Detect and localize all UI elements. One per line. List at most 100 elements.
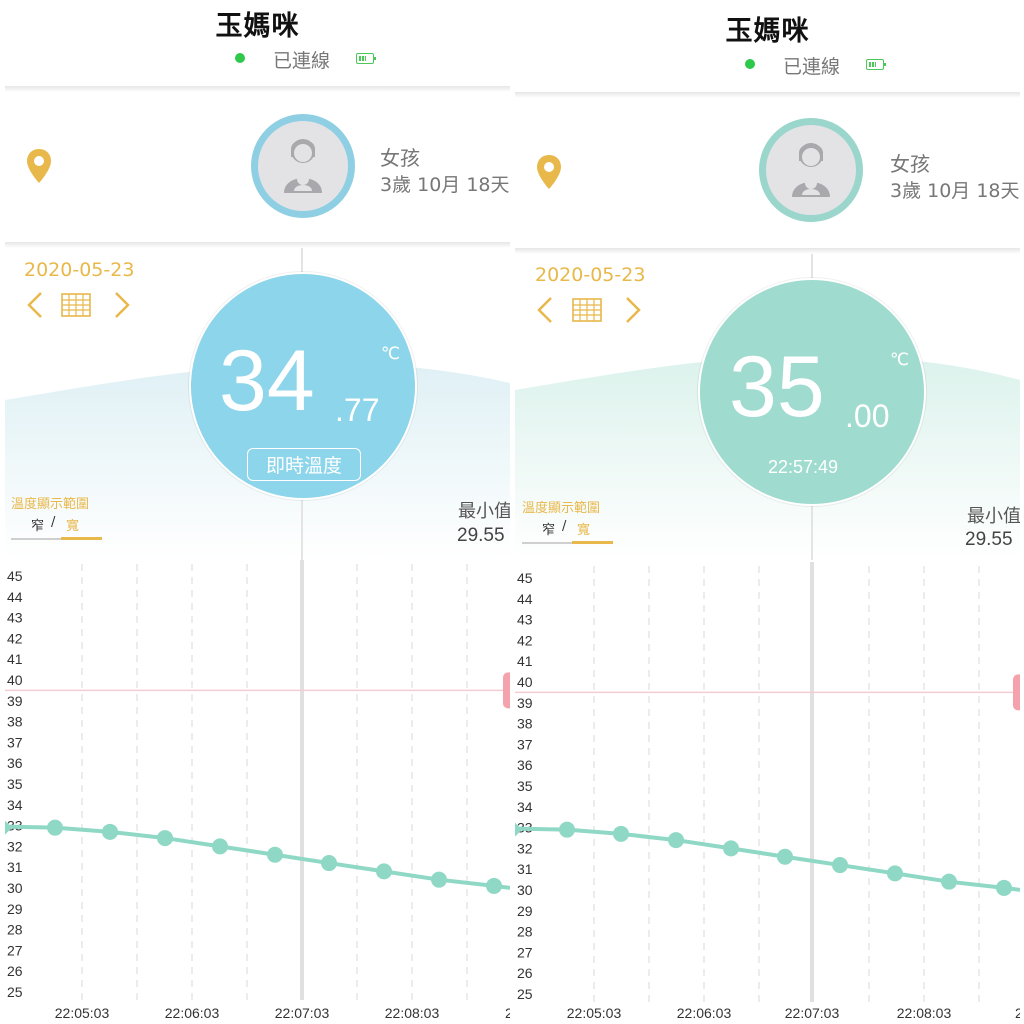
data-point [102, 823, 118, 840]
left-screenshot-panel: 玉媽咪 已連線 女孩 3歲 10月 18天 2020-05-23 34 .77 … [5, 0, 510, 1024]
app-title: 玉媽咪 [725, 16, 810, 47]
battery-icon [866, 59, 886, 70]
connection-status-text: 已連線 [783, 56, 841, 78]
temperature-decimal: .00 [845, 398, 890, 434]
chevron-left-icon[interactable] [23, 290, 49, 320]
range-title: 溫度顯示範圍 [522, 501, 601, 516]
mother-baby-avatar-icon [792, 143, 830, 197]
y-tick-label: 32 [517, 840, 533, 856]
range-wide-option[interactable]: 寬 [66, 515, 79, 534]
alarm-threshold-handle[interactable] [503, 672, 510, 709]
range-narrow-option[interactable]: 窄 [31, 515, 44, 534]
battery-icon [356, 53, 376, 64]
x-tick-label: 22:07:03 [275, 1005, 330, 1021]
live-temperature-badge[interactable]: 即時溫度 [247, 448, 361, 481]
data-point [431, 871, 447, 888]
chevron-left-icon[interactable] [533, 295, 559, 325]
x-tick-label: 22:08:03 [385, 1005, 440, 1021]
y-tick-label: 36 [7, 755, 23, 771]
calendar-icon[interactable] [61, 293, 91, 317]
temperature-chart[interactable]: 4544434241403938373635343332313029282726… [5, 560, 510, 1024]
x-tick-label: 22:05:03 [567, 1005, 622, 1021]
connection-status-dot-icon [745, 59, 755, 69]
location-pin-icon[interactable] [25, 147, 53, 185]
child-age: 3歲 10月 18天 [890, 180, 1020, 202]
data-point [668, 832, 684, 849]
header: 玉媽咪 已連線 [515, 0, 1020, 92]
x-tick-label: 22: [1015, 1005, 1020, 1021]
y-tick-label: 38 [7, 714, 23, 730]
min-value-label: 最小值 [967, 506, 1020, 527]
temperature-integer: 35 [729, 339, 825, 435]
data-point [486, 877, 502, 894]
y-tick-label: 37 [7, 734, 23, 750]
y-tick-label: 43 [7, 610, 23, 626]
range-indicator-active [61, 537, 102, 540]
location-pin-icon[interactable] [535, 153, 563, 191]
y-tick-label: 30 [7, 880, 23, 896]
range-indicator-track [11, 538, 61, 540]
child-avatar[interactable] [759, 118, 863, 222]
y-tick-label: 38 [517, 716, 533, 732]
x-tick-label: 22:05:03 [55, 1005, 110, 1021]
range-indicator-active [572, 541, 613, 544]
data-point [212, 838, 228, 855]
reading-time: 22:57:49 [768, 457, 839, 477]
y-tick-label: 34 [517, 799, 533, 815]
date-label: 2020-05-23 [24, 259, 135, 281]
data-point [777, 848, 793, 865]
y-tick-label: 39 [7, 693, 23, 709]
y-tick-label: 36 [517, 757, 533, 773]
calendar-icon[interactable] [572, 298, 602, 322]
chevron-right-icon[interactable] [619, 295, 645, 325]
y-tick-label: 26 [517, 965, 533, 981]
x-tick-label: 22:06:03 [165, 1005, 220, 1021]
y-tick-label: 42 [7, 630, 23, 646]
y-tick-label: 41 [7, 651, 23, 667]
connection-status-dot-icon [235, 53, 245, 63]
min-value: 29.55 [965, 529, 1013, 550]
range-wide-option[interactable]: 寬 [577, 519, 590, 538]
data-point [47, 819, 63, 836]
data-point [559, 821, 575, 838]
data-point [376, 863, 392, 880]
y-tick-label: 28 [517, 924, 533, 940]
temperature-unit: ℃ [890, 350, 910, 370]
connection-status-text: 已連線 [273, 50, 331, 72]
y-tick-label: 44 [517, 591, 533, 607]
y-tick-label: 43 [517, 612, 533, 628]
y-tick-label: 45 [517, 570, 533, 586]
child-gender: 女孩 [380, 146, 420, 170]
data-point [832, 857, 848, 874]
profile-section: 女孩 3歲 10月 18天 [5, 92, 510, 242]
x-tick-label: 22:06:03 [677, 1005, 732, 1021]
chevron-right-icon[interactable] [108, 290, 134, 320]
y-tick-label: 31 [7, 859, 23, 875]
range-indicator-track [522, 542, 572, 544]
right-screenshot-panel: 玉媽咪 已連線 女孩 3歲 10月 18天 2020-05-23 35 .00 … [515, 0, 1020, 1024]
y-tick-label: 35 [517, 778, 533, 794]
alarm-threshold-handle[interactable] [1013, 674, 1020, 711]
y-tick-label: 35 [7, 776, 23, 792]
child-avatar[interactable] [251, 114, 355, 218]
temperature-display-circle: 34 .77 ℃ 即時溫度 [189, 272, 417, 500]
y-tick-label: 25 [7, 984, 23, 1000]
x-tick-label: 22:08:03 [897, 1005, 952, 1021]
y-tick-label: 42 [517, 632, 533, 648]
data-point [941, 873, 957, 890]
data-point [157, 830, 173, 847]
y-tick-label: 40 [7, 672, 23, 688]
temperature-chart[interactable]: 4544434241403938373635343332313029282726… [515, 562, 1020, 1024]
min-value: 29.55 [457, 525, 505, 546]
date-label: 2020-05-23 [535, 264, 646, 286]
data-point [267, 846, 283, 863]
temperature-display-circle: 35 .00 ℃ 22:57:49 [698, 278, 926, 506]
range-separator: / [51, 515, 56, 530]
y-tick-label: 27 [517, 944, 533, 960]
temperature-integer: 34 [219, 333, 315, 429]
range-narrow-option[interactable]: 窄 [542, 519, 555, 538]
y-tick-label: 40 [517, 674, 533, 690]
data-point [613, 825, 629, 842]
temperature-unit: ℃ [381, 344, 401, 364]
y-tick-label: 39 [517, 695, 533, 711]
